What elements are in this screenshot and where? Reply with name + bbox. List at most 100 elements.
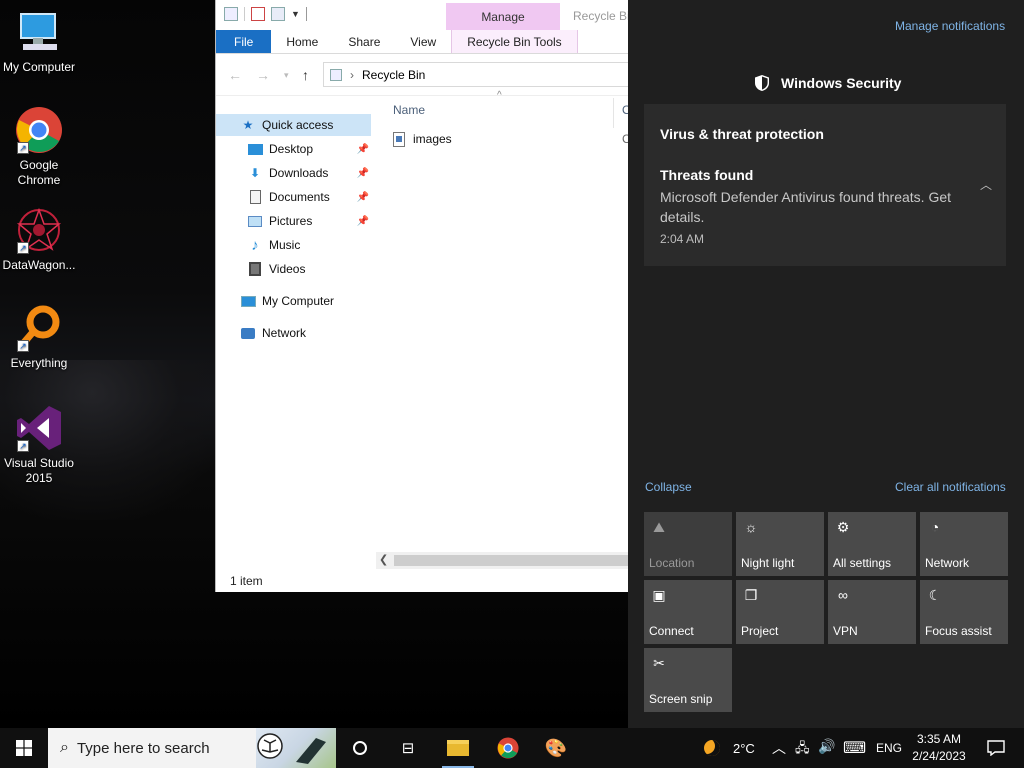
navigation-pane: ★ Quick access Desktop 📌 ⬇ Downloads 📌 D…: [216, 108, 376, 570]
task-view-icon: ⊟: [401, 740, 415, 757]
pin-icon[interactable]: 📌: [357, 144, 369, 155]
recycle-bin-small-icon: [330, 68, 342, 81]
nav-item-documents[interactable]: Documents 📌: [216, 186, 371, 208]
up-arrow-icon[interactable]: ↑: [302, 67, 309, 83]
shortcut-arrow-icon: ↗: [17, 142, 29, 154]
nav-item-label: Desktop: [269, 142, 314, 156]
scroll-left-icon[interactable]: ❮: [379, 553, 388, 566]
action-center-button[interactable]: [976, 728, 1016, 768]
magnifier-icon: ↗: [15, 304, 63, 352]
file-row[interactable]: images C: [393, 128, 628, 150]
app-name: Windows Security: [781, 75, 902, 91]
quick-action-focus-assist[interactable]: ☾ Focus assist: [920, 580, 1008, 644]
pin-icon[interactable]: 📌: [357, 192, 369, 203]
cortana-button[interactable]: [336, 728, 384, 768]
location-icon: ⛰: [653, 518, 665, 535]
manage-contextual-tab[interactable]: Manage: [446, 3, 560, 30]
tile-label: Connect: [649, 624, 694, 638]
column-separator[interactable]: [613, 98, 614, 128]
quick-action-location[interactable]: ⛰ Location: [644, 512, 732, 576]
nav-item-pictures[interactable]: Pictures 📌: [216, 210, 371, 232]
nav-item-desktop[interactable]: Desktop 📌: [216, 138, 371, 160]
tile-label: Project: [741, 624, 779, 638]
search-highlight-art: [256, 728, 336, 768]
taskbar-paint[interactable]: 🎨: [532, 728, 580, 768]
desktop-icon-everything[interactable]: ↗ Everything: [0, 304, 78, 371]
tab-home[interactable]: Home: [271, 30, 333, 53]
pin-icon[interactable]: 📌: [357, 168, 369, 179]
sun-icon: ☼: [744, 519, 758, 535]
properties-icon[interactable]: [251, 7, 265, 21]
chevron-up-icon[interactable]: ︿: [980, 176, 992, 193]
gear-icon: ⚙: [836, 518, 850, 535]
manage-notifications-link[interactable]: Manage notifications: [895, 19, 1005, 33]
shield-icon: [755, 75, 769, 91]
quick-action-project[interactable]: ❐ Project: [736, 580, 824, 644]
tab-recycle-bin-tools[interactable]: Recycle Bin Tools: [451, 30, 578, 53]
notification-app-header: Windows Security: [753, 74, 901, 92]
pin-icon[interactable]: 📌: [357, 216, 369, 227]
back-arrow-icon[interactable]: ←: [228, 67, 242, 83]
desktop-icon-datawagon[interactable]: ↗ DataWagon...: [0, 206, 78, 273]
tile-label: All settings: [833, 556, 892, 570]
chevron-up-icon[interactable]: ︿: [772, 738, 786, 758]
quick-action-all-settings[interactable]: ⚙ All settings: [828, 512, 916, 576]
nav-item-network[interactable]: Network: [216, 322, 371, 344]
volume-icon[interactable]: 🔊: [818, 738, 835, 755]
quick-action-connect[interactable]: ▣ Connect: [644, 580, 732, 644]
visual-studio-icon: ↗: [15, 404, 63, 452]
tab-view[interactable]: View: [395, 30, 451, 53]
taskbar-file-explorer[interactable]: [434, 728, 482, 768]
qat-dropdown-icon[interactable]: ▼: [291, 9, 300, 19]
quick-action-night-light[interactable]: ☼ Night light: [736, 512, 824, 576]
nav-item-downloads[interactable]: ⬇ Downloads 📌: [216, 162, 371, 184]
weather-button[interactable]: [690, 728, 734, 768]
clear-all-notifications-link[interactable]: Clear all notifications: [895, 480, 1006, 494]
desktop-icon-my-computer[interactable]: My Computer: [0, 8, 78, 75]
tile-label: Screen snip: [649, 692, 713, 706]
start-button[interactable]: [0, 728, 48, 768]
quick-action-screen-snip[interactable]: ✂ Screen snip: [644, 648, 732, 712]
tab-file[interactable]: File: [216, 30, 272, 53]
address-bar-row: ← → ▾ ↑ › Recycle Bin: [216, 54, 628, 96]
network-wired-icon[interactable]: 🖧: [795, 739, 810, 761]
breadcrumb-recycle-bin[interactable]: Recycle Bin: [362, 68, 425, 82]
horizontal-scrollbar[interactable]: ❮: [376, 552, 628, 569]
language-indicator[interactable]: ENG: [876, 741, 902, 755]
breadcrumb-chevron-icon: ›: [350, 67, 354, 82]
action-center-panel: Manage notifications Windows Security Vi…: [628, 0, 1024, 728]
scroll-thumb[interactable]: [394, 555, 628, 566]
nav-item-videos[interactable]: Videos: [216, 258, 371, 280]
system-clock[interactable]: 3:35 AM 2/24/2023: [910, 731, 968, 765]
new-folder-icon[interactable]: [271, 7, 285, 21]
tab-share[interactable]: Share: [333, 30, 395, 53]
collapse-link[interactable]: Collapse: [645, 480, 692, 494]
task-view-button[interactable]: ⊟: [384, 728, 432, 768]
window-title: Recycle Bi: [573, 9, 628, 23]
project-icon: ❐: [744, 586, 758, 603]
quick-action-vpn[interactable]: ∞ VPN: [828, 580, 916, 644]
nav-item-quick-access[interactable]: ★ Quick access: [216, 114, 371, 136]
chrome-icon: ↗: [15, 106, 63, 154]
desktop-icon-label: My Computer: [2, 60, 76, 74]
nav-item-label: Quick access: [262, 118, 334, 132]
nav-item-music[interactable]: ♪ Music: [216, 234, 371, 256]
tile-label: VPN: [833, 624, 858, 638]
datawagon-icon: ↗: [15, 206, 63, 254]
desktop-icon-visual-studio[interactable]: ↗ Visual Studio 2015: [0, 404, 78, 486]
keyboard-icon[interactable]: ⌨: [843, 738, 866, 758]
forward-arrow-icon[interactable]: →: [256, 67, 270, 83]
recent-locations-chevron-icon[interactable]: ▾: [284, 70, 289, 81]
notification-card[interactable]: Virus & threat protection Threats found …: [644, 104, 1006, 266]
music-note-icon: ♪: [251, 236, 259, 254]
column-header-name[interactable]: Name: [393, 103, 425, 117]
address-box[interactable]: › Recycle Bin: [323, 62, 628, 87]
clock-date: 2/24/2023: [912, 749, 966, 763]
quick-action-network[interactable]: ◔ Network: [920, 512, 1008, 576]
taskbar-search-box[interactable]: ⌕ Type here to search: [48, 728, 336, 768]
desktop-icon-google-chrome[interactable]: ↗ Google Chrome: [0, 106, 78, 188]
pictures-icon: [247, 214, 263, 228]
taskbar-chrome[interactable]: [484, 728, 532, 768]
nav-item-my-computer[interactable]: My Computer: [216, 290, 371, 312]
weather-moon-icon: [704, 740, 720, 756]
